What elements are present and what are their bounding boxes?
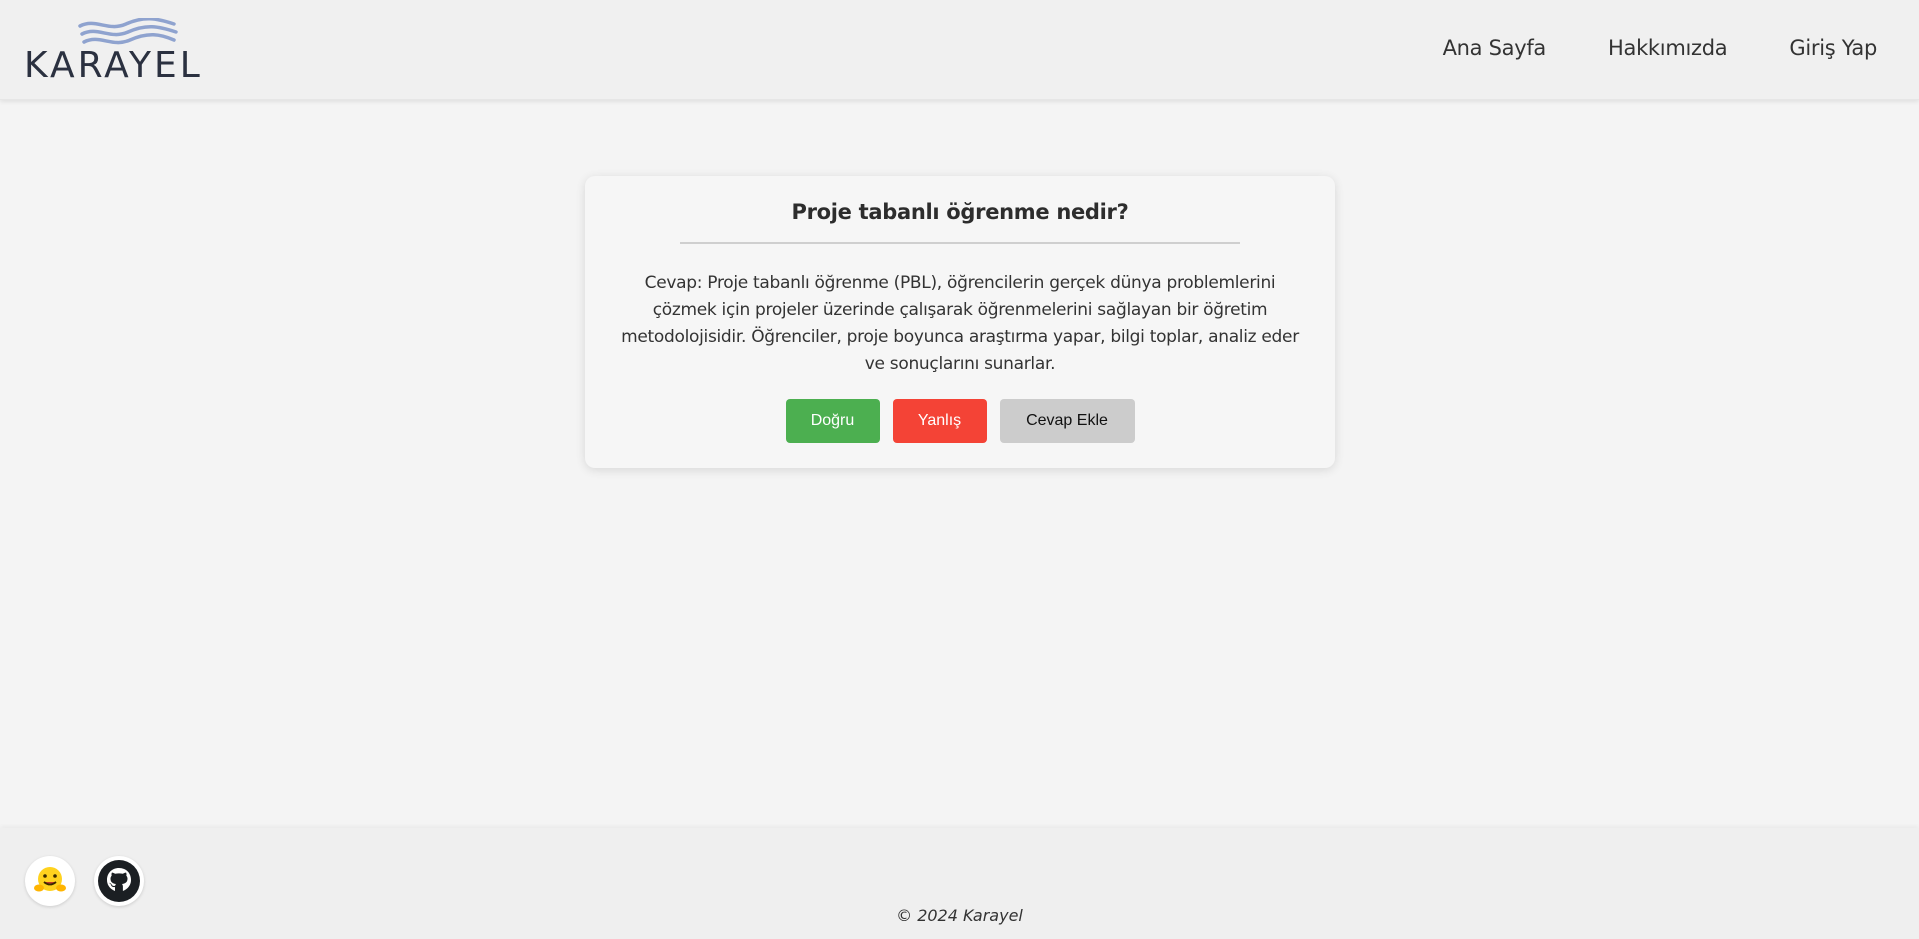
logo-wordmark: KARAYEL	[24, 45, 203, 86]
nav-login-link[interactable]: Giriş Yap	[1789, 36, 1877, 60]
question-title: Proje tabanlı öğrenme nedir?	[791, 200, 1129, 224]
site-footer: © 2024 Karayel	[0, 828, 1919, 939]
wrong-button[interactable]: Yanlış	[892, 399, 987, 443]
wave-logo-icon	[78, 18, 178, 45]
nav-about-link[interactable]: Hakkımızda	[1608, 36, 1728, 60]
hugging-face-icon[interactable]	[25, 856, 75, 906]
answer-text: Cevap: Proje tabanlı öğrenme (PBL), öğre…	[621, 273, 1299, 374]
page: KARAYEL Ana Sayfa Hakkımızda Giriş Yap P…	[0, 0, 1919, 939]
add-answer-button[interactable]: Cevap Ekle	[999, 399, 1135, 443]
main-nav: Ana Sayfa Hakkımızda Giriş Yap	[1443, 36, 1878, 60]
nav-home-link[interactable]: Ana Sayfa	[1443, 36, 1547, 60]
copyright-text: © 2024 Karayel	[896, 906, 1023, 925]
answer-actions: Doğru Yanlış Cevap Ekle	[585, 399, 1335, 443]
karayel-logo[interactable]: KARAYEL	[24, 18, 224, 88]
correct-button[interactable]: Doğru	[785, 399, 880, 443]
site-header: KARAYEL Ana Sayfa Hakkımızda Giriş Yap	[0, 0, 1919, 100]
github-icon[interactable]	[94, 856, 144, 906]
question-card: Proje tabanlı öğrenme nedir? Cevap: Proj…	[585, 176, 1335, 468]
title-divider	[680, 242, 1240, 244]
